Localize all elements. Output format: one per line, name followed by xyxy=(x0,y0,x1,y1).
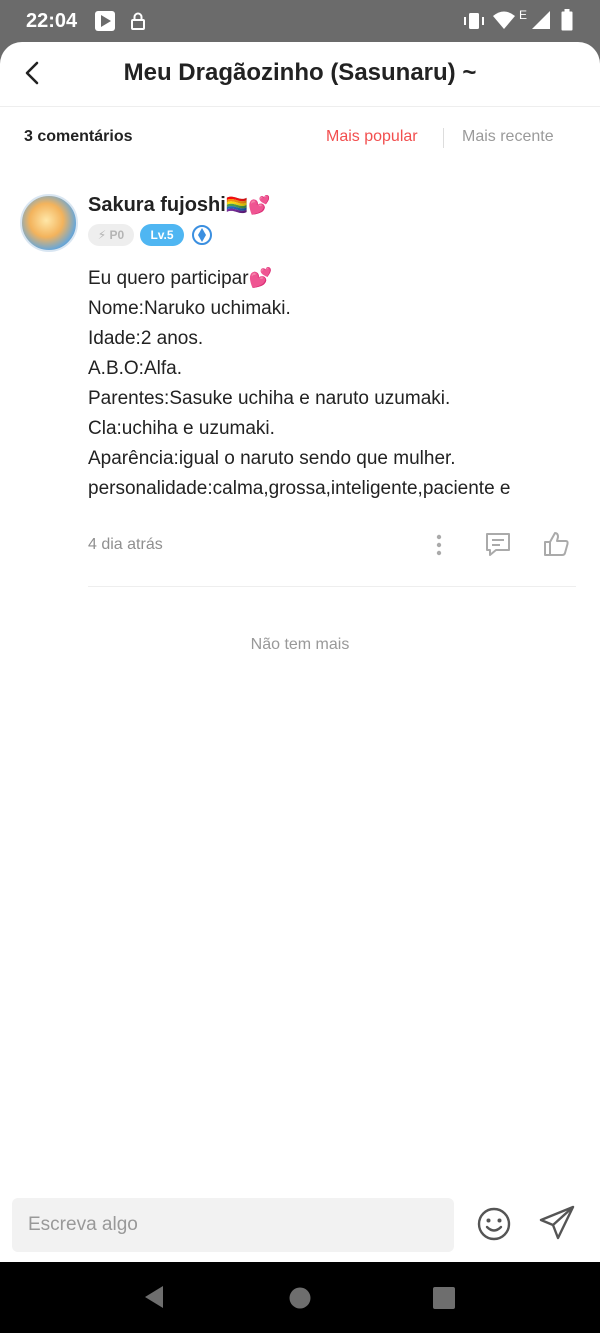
comment-filter-bar: 3 comentários Mais popular Mais recente xyxy=(0,122,600,152)
comment-composer xyxy=(0,1184,600,1262)
send-icon[interactable] xyxy=(538,1204,576,1242)
more-options-icon[interactable] xyxy=(428,532,450,558)
sort-popular-tab[interactable]: Mais popular xyxy=(326,128,418,146)
status-bar: 22:04 E xyxy=(0,0,600,42)
points-badge-label: P0 xyxy=(109,228,125,242)
nav-recents-icon[interactable] xyxy=(433,1287,455,1309)
comment-input[interactable] xyxy=(12,1198,454,1252)
comment-line: Idade:2 anos. xyxy=(88,328,204,349)
nav-home-icon[interactable] xyxy=(289,1287,311,1309)
comment-line: Parentes:Sasuke uchiha e naruto uzumaki. xyxy=(88,388,451,409)
comment-count: 3 comentários xyxy=(24,128,133,145)
page-title: Meu Dragãozinho (Sasunaru) ~ xyxy=(123,59,477,86)
network-type-label: E xyxy=(519,8,528,22)
comment-timestamp: 4 dia atrás xyxy=(88,536,163,553)
verified-diamond-icon xyxy=(192,225,212,245)
level-badge: Lv.5 xyxy=(140,224,184,246)
like-thumb-icon[interactable] xyxy=(542,530,570,558)
nav-back-icon[interactable] xyxy=(143,1284,167,1310)
lock-icon xyxy=(131,12,145,30)
comment-username[interactable]: Sakura fujoshi🏳️‍🌈💕 xyxy=(88,194,271,217)
signal-icon xyxy=(532,11,550,29)
no-more-label: Não tem mais xyxy=(250,636,350,653)
system-nav-bar xyxy=(0,1262,600,1333)
avatar[interactable] xyxy=(20,194,78,252)
status-time: 22:04 xyxy=(26,10,78,32)
header: Meu Dragãozinho (Sasunaru) ~ xyxy=(0,42,600,107)
comment-line: Cla:uchiha e uzumaki. xyxy=(88,418,275,439)
username-text: Sakura fujoshi xyxy=(88,194,226,216)
wifi-icon xyxy=(493,11,515,29)
back-arrow-icon[interactable] xyxy=(20,60,46,86)
play-store-icon xyxy=(95,11,115,31)
comment-line: A.B.O:Alfa. xyxy=(88,358,182,379)
reply-comment-icon[interactable] xyxy=(484,530,512,558)
sort-recent-tab[interactable]: Mais recente xyxy=(462,128,554,146)
comment-line: Aparência:igual o naruto sendo que mulhe… xyxy=(88,448,456,469)
comment-line: Nome:Naruko uchimaki. xyxy=(88,298,291,319)
comment-line: personalidade:calma,grossa,inteligente,p… xyxy=(88,478,511,499)
comment-text: Eu quero participar💕 Nome:Naruko uchimak… xyxy=(88,264,568,504)
comment-divider xyxy=(88,586,576,587)
username-emoji: 🏳️‍🌈💕 xyxy=(225,195,271,215)
comments-screen: Meu Dragãozinho (Sasunaru) ~ 3 comentári… xyxy=(0,42,600,1262)
sort-divider xyxy=(443,128,444,148)
points-badge: ⚡ P0 xyxy=(88,224,134,246)
emoji-icon[interactable] xyxy=(476,1206,512,1242)
vibrate-icon xyxy=(464,13,484,29)
comment-line: Eu quero participar💕 xyxy=(88,268,273,289)
battery-icon xyxy=(561,9,573,31)
